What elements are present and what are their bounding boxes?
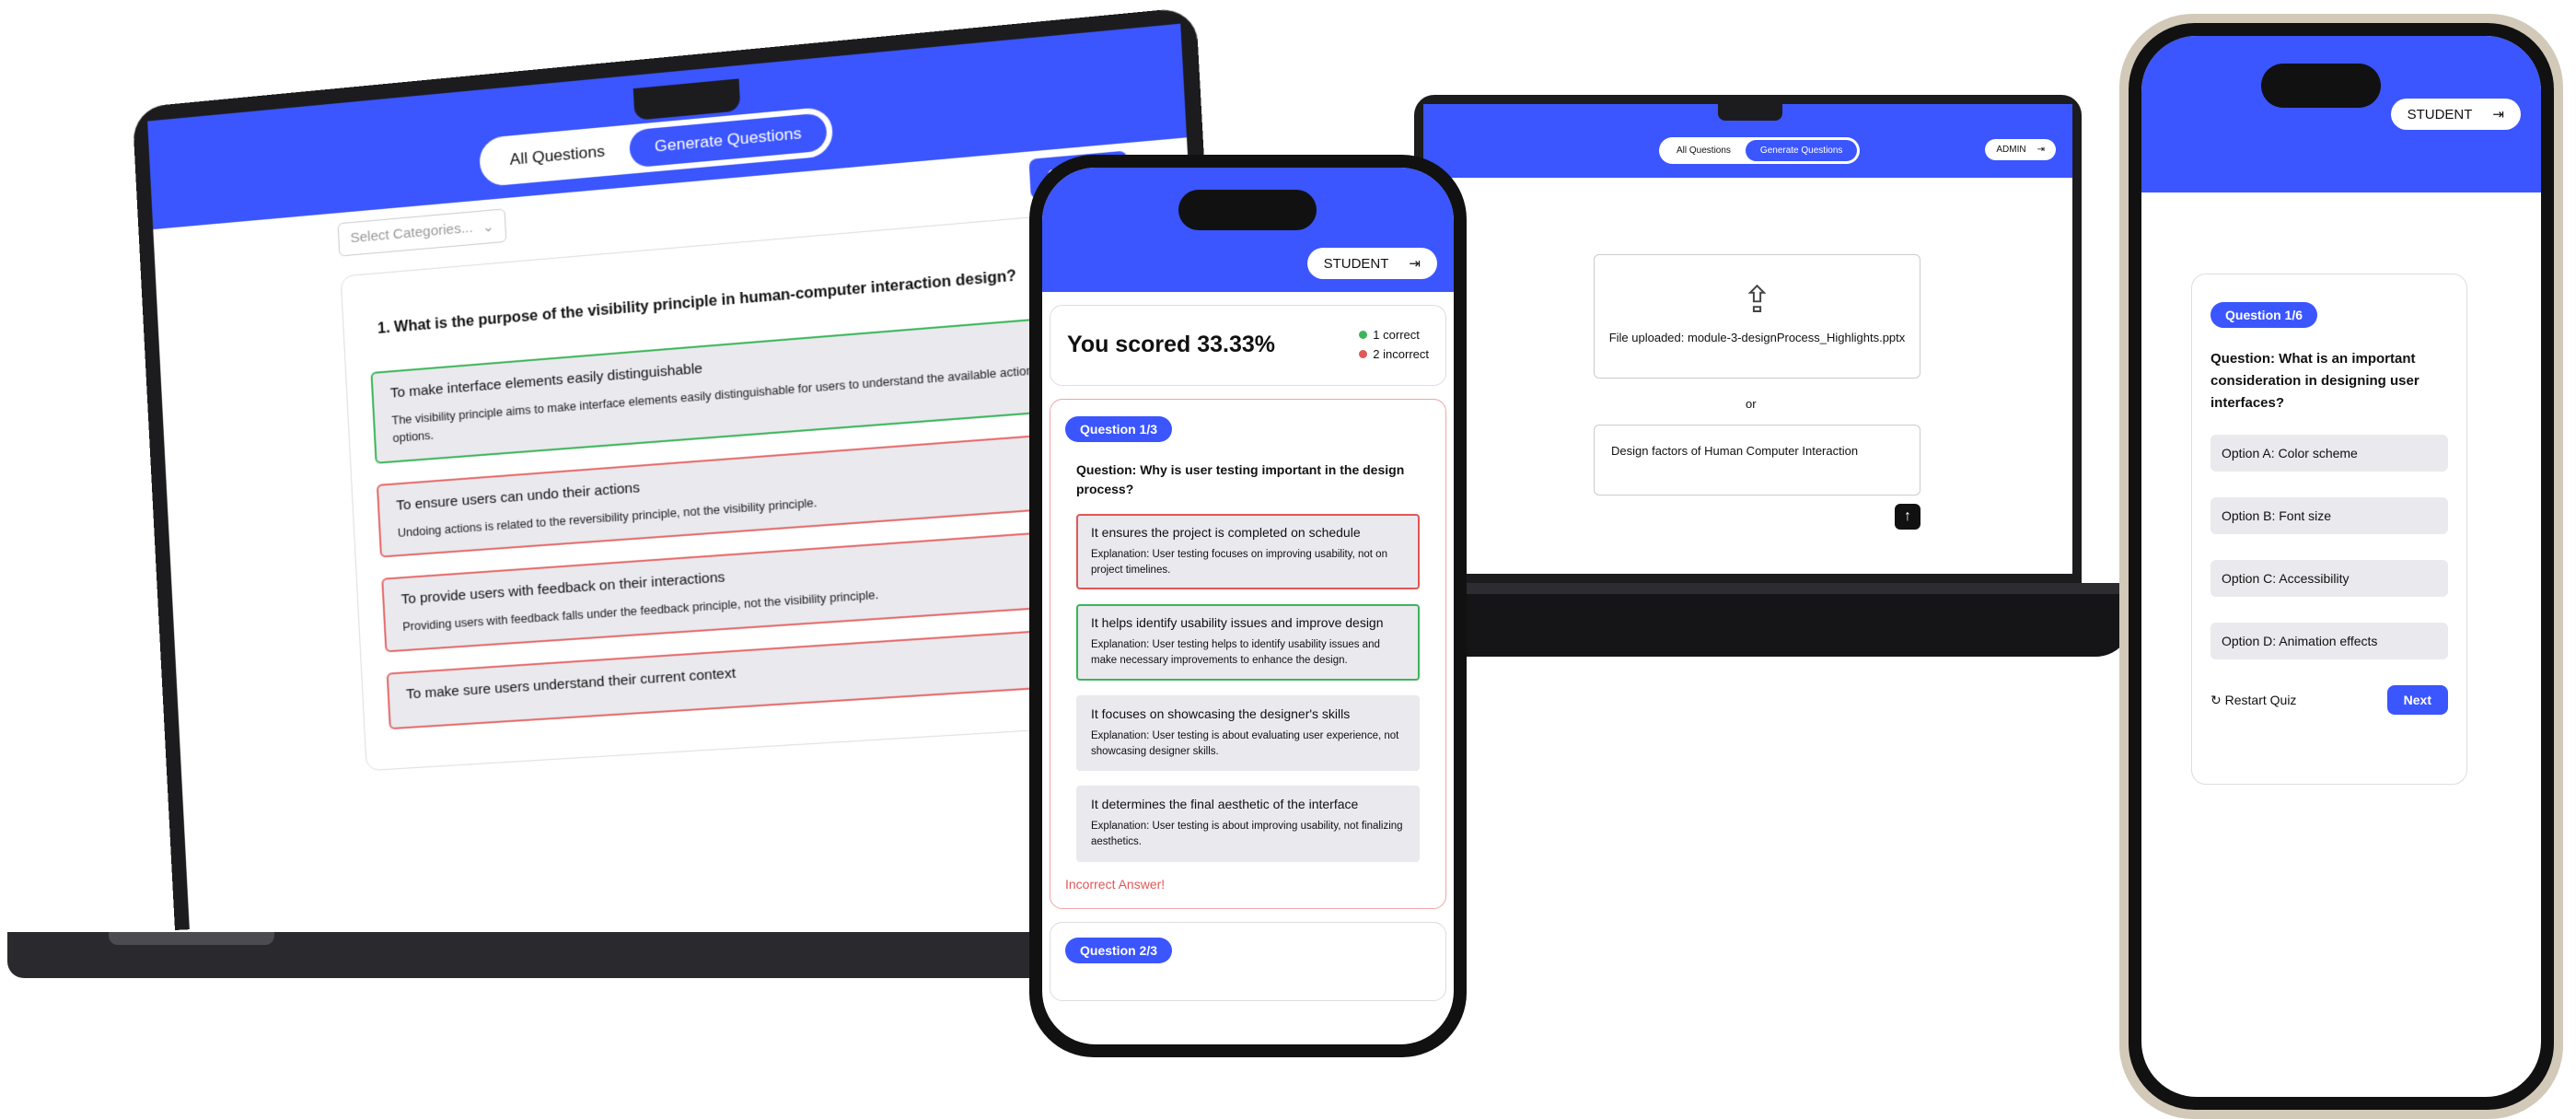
laptop-right-base bbox=[1405, 583, 2132, 657]
app-header: All Questions Generate Questions ADMIN ⇥ bbox=[1423, 104, 2072, 178]
laptop-right-screen: All Questions Generate Questions ADMIN ⇥… bbox=[1423, 104, 2072, 574]
option-text: It focuses on showcasing the designer's … bbox=[1091, 705, 1351, 721]
laptop-lip bbox=[109, 932, 274, 945]
result-text: Incorrect Answer! bbox=[1065, 876, 1166, 892]
role-pill[interactable]: STUDENT ⇥ bbox=[2390, 99, 2521, 130]
legend-incorrect-label: 2 incorrect bbox=[1373, 346, 1429, 361]
laptop-left-base bbox=[7, 932, 1197, 978]
or-divider: or bbox=[1746, 397, 1757, 411]
question-text: Question: Why is user testing important … bbox=[1076, 461, 1405, 496]
app-header: STUDENT ⇥ bbox=[2141, 36, 2541, 192]
phone-center-device: STUDENT ⇥ You scored 33.33% 1 correct 2 … bbox=[1029, 155, 1467, 1057]
option-text: To make sure users understand their curr… bbox=[405, 665, 737, 703]
option-button[interactable]: Option B: Font size bbox=[2210, 497, 2448, 534]
next-button[interactable]: Next bbox=[2386, 685, 2448, 715]
question-card: Question 1/3 Question: Why is user testi… bbox=[1050, 398, 1446, 909]
phone-right-screen: STUDENT ⇥ Question 1/6 Question: What is… bbox=[2141, 36, 2541, 1097]
green-dot-icon bbox=[1359, 331, 1368, 339]
file-uploaded-text: File uploaded: module-3-designProcess_Hi… bbox=[1608, 331, 1906, 344]
laptop-right-lid: All Questions Generate Questions ADMIN ⇥… bbox=[1414, 95, 2082, 583]
laptop-left-device: All Questions Generate Questions Select … bbox=[0, 6, 1244, 1013]
option-button[interactable]: Option A: Color scheme bbox=[2210, 435, 2448, 472]
option-explanation: Explanation: User testing helps to ident… bbox=[1091, 639, 1380, 667]
phone-center-screen: STUDENT ⇥ You scored 33.33% 1 correct 2 … bbox=[1042, 168, 1454, 1044]
tab-generate-questions[interactable]: Generate Questions bbox=[628, 112, 829, 169]
laptop-notch bbox=[1718, 104, 1782, 121]
score-legend: 1 correct 2 incorrect bbox=[1359, 326, 1429, 365]
logout-icon[interactable]: ⇥ bbox=[2037, 145, 2045, 155]
logout-icon[interactable]: ⇥ bbox=[2492, 106, 2504, 122]
question-tag: Question 2/3 bbox=[1065, 937, 1173, 963]
quiz-card: Question 1/6 Question: What is an import… bbox=[2191, 274, 2467, 785]
role-label: STUDENT bbox=[2407, 106, 2473, 122]
tab-generate-questions[interactable]: Generate Questions bbox=[1745, 140, 1858, 161]
option-card[interactable]: It focuses on showcasing the designer's … bbox=[1076, 694, 1420, 772]
laptop-right-device: All Questions Generate Questions ADMIN ⇥… bbox=[1405, 95, 2132, 694]
option-button[interactable]: Option C: Accessibility bbox=[2210, 560, 2448, 597]
role-label: STUDENT bbox=[1323, 255, 1389, 272]
option-text: It ensures the project is completed on s… bbox=[1091, 524, 1361, 540]
option-button[interactable]: Option D: Animation effects bbox=[2210, 623, 2448, 659]
restart-icon: ↻ bbox=[2210, 692, 2222, 707]
option-text: It determines the final aesthetic of the… bbox=[1091, 797, 1359, 812]
tab-all-questions[interactable]: All Questions bbox=[484, 131, 631, 181]
restart-label: Restart Quiz bbox=[2224, 692, 2297, 707]
role-label: ADMIN bbox=[1996, 145, 2026, 155]
tab-all-questions[interactable]: All Questions bbox=[1662, 140, 1746, 161]
logout-icon[interactable]: ⇥ bbox=[1409, 255, 1421, 272]
quiz-footer: ↻ Restart Quiz Next bbox=[2210, 685, 2448, 715]
file-upload-icon: ⇪ bbox=[1741, 280, 1773, 321]
role-pill[interactable]: ADMIN ⇥ bbox=[1985, 139, 2056, 160]
option-explanation: Explanation: User testing focuses on imp… bbox=[1091, 548, 1387, 576]
submit-arrow-button[interactable]: ↑ bbox=[1895, 504, 1920, 530]
option-card[interactable]: It ensures the project is completed on s… bbox=[1076, 513, 1420, 590]
legend-incorrect: 2 incorrect bbox=[1359, 345, 1429, 365]
laptop-hinge bbox=[1405, 583, 2132, 594]
score-card: You scored 33.33% 1 correct 2 incorrect bbox=[1050, 305, 1446, 386]
legend-correct-label: 1 correct bbox=[1373, 328, 1420, 342]
dynamic-island bbox=[2261, 64, 2381, 108]
chevron-down-icon: ⌄ bbox=[482, 218, 495, 236]
next-question-card: Question 2/3 bbox=[1050, 921, 1446, 1001]
restart-quiz-button[interactable]: ↻ Restart Quiz bbox=[2210, 693, 2296, 708]
option-explanation: Explanation: User testing is about impro… bbox=[1091, 821, 1403, 848]
dynamic-island bbox=[1178, 190, 1317, 230]
file-upload-box[interactable]: ⇪ File uploaded: module-3-designProcess_… bbox=[1594, 254, 1920, 379]
question-text: Question: What is an important considera… bbox=[2210, 351, 2419, 411]
phone-right-device: STUDENT ⇥ Question 1/6 Question: What is… bbox=[2119, 14, 2563, 1119]
phone-bezel: STUDENT ⇥ Question 1/6 Question: What is… bbox=[2129, 23, 2554, 1110]
red-dot-icon bbox=[1359, 349, 1368, 358]
question-tag: Question 1/3 bbox=[1065, 415, 1173, 442]
tab-switcher: All Questions Generate Questions bbox=[1659, 137, 1861, 164]
topic-input[interactable]: Design factors of Human Computer Interac… bbox=[1594, 425, 1920, 495]
role-pill[interactable]: STUDENT ⇥ bbox=[1306, 248, 1437, 279]
score-text: You scored 33.33% bbox=[1067, 332, 1276, 358]
category-placeholder: Select Categories... bbox=[350, 219, 473, 247]
question-tag: Question 1/6 bbox=[2210, 302, 2318, 328]
option-card[interactable]: It helps identify usability issues and i… bbox=[1076, 604, 1420, 681]
category-select[interactable]: Select Categories... ⌄ bbox=[337, 208, 507, 257]
option-card[interactable]: It determines the final aesthetic of the… bbox=[1076, 786, 1420, 862]
option-explanation: Explanation: User testing is about evalu… bbox=[1091, 729, 1399, 757]
option-text: It helps identify usability issues and i… bbox=[1091, 615, 1384, 631]
legend-correct: 1 correct bbox=[1359, 326, 1429, 345]
